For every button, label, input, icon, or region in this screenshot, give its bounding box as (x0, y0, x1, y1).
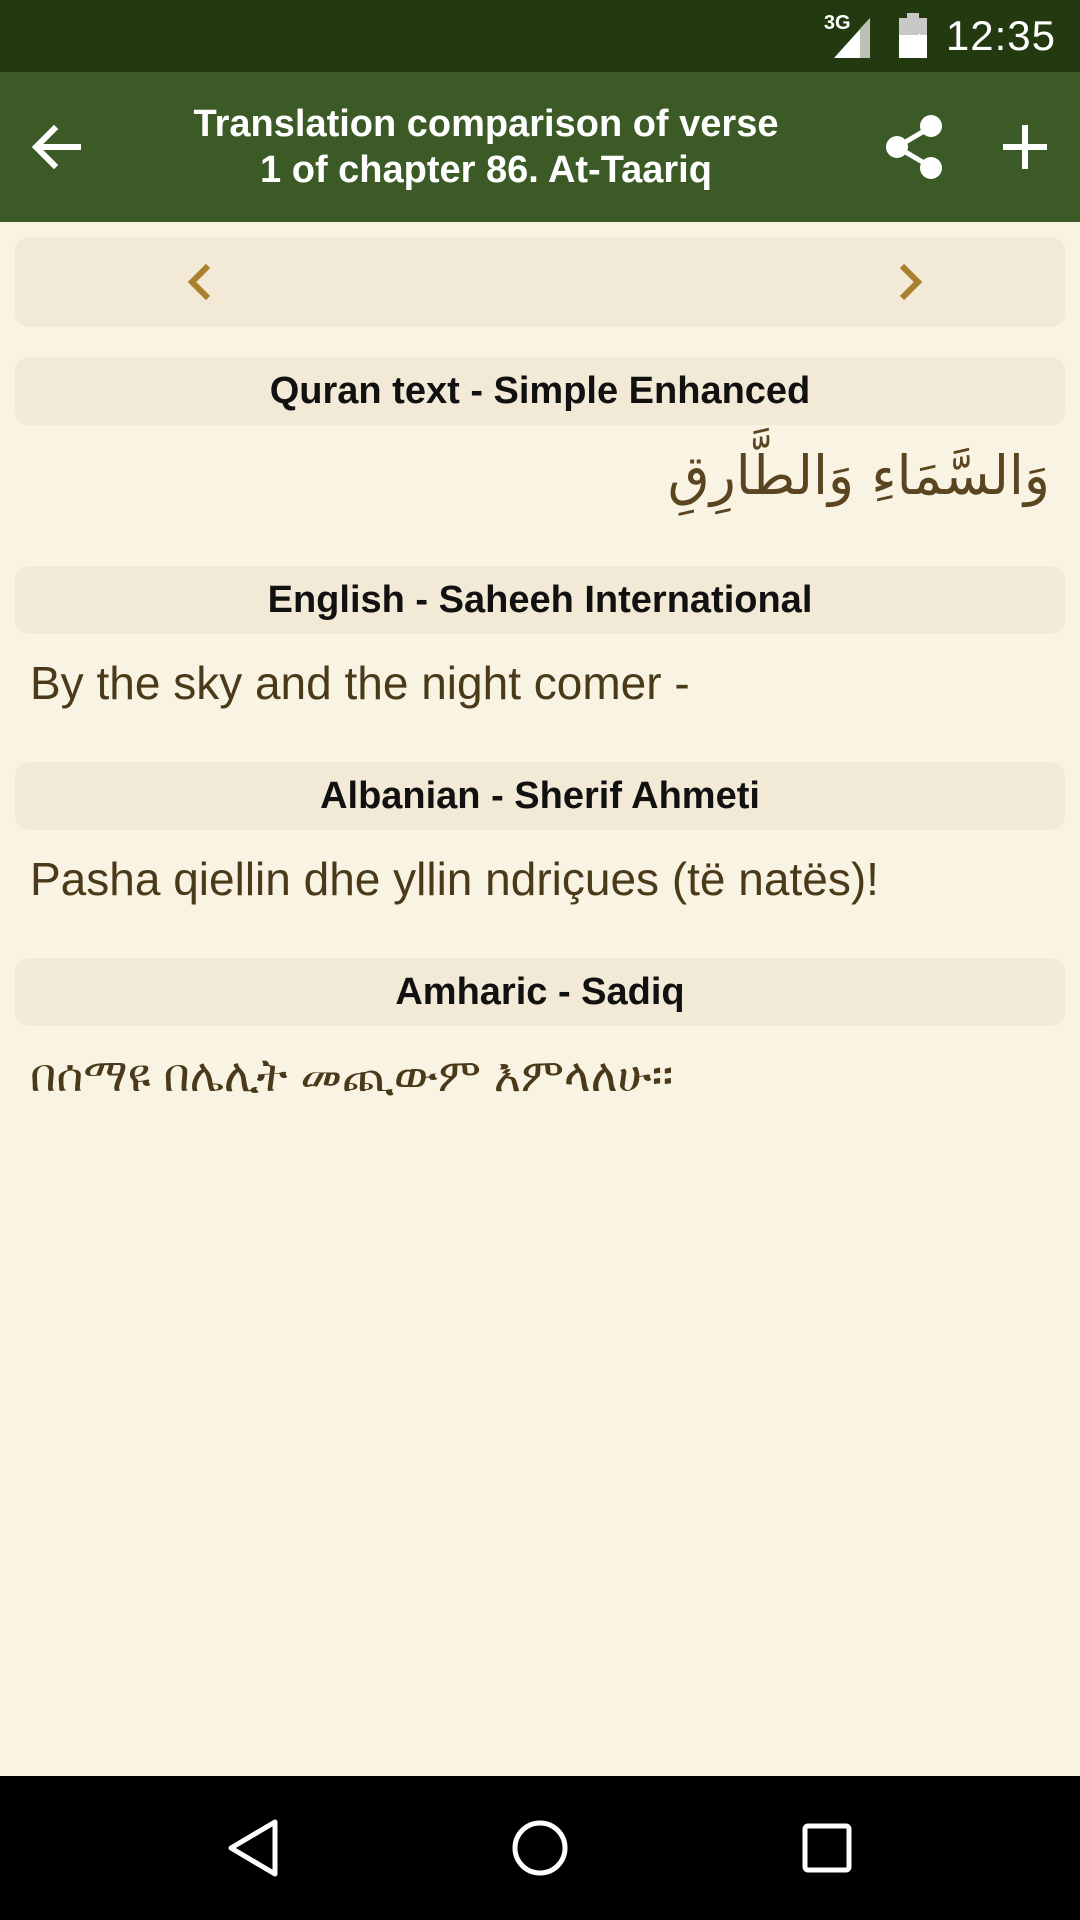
next-verse-button[interactable] (865, 237, 955, 327)
verse-text-albanian: Pasha qiellin dhe yllin ndriçues (të nat… (30, 853, 879, 905)
circle-home-icon (512, 1820, 568, 1876)
status-bar: 3G 12:35 (0, 0, 1080, 72)
arrow-left-icon (31, 124, 81, 170)
status-time: 12:35 (945, 12, 1056, 59)
page-title: Translation comparison of verse 1 of cha… (112, 101, 860, 193)
verse-text-english: By the sky and the night comer - (30, 657, 690, 709)
chevron-right-icon (899, 263, 923, 301)
system-recents-button[interactable] (767, 1788, 887, 1908)
section-header-english: English - Saheeh International (15, 566, 1065, 634)
verse-text-arabic: وَالسَّمَاءِ وَالطَّارِقِ (667, 444, 1050, 507)
add-button[interactable] (970, 72, 1080, 222)
section-header-quran: Quran text - Simple Enhanced (15, 357, 1065, 425)
section-header-albanian: Albanian - Sherif Ahmeti (15, 762, 1065, 830)
previous-verse-button[interactable] (155, 237, 245, 327)
system-navigation-bar (0, 1776, 1080, 1920)
share-button[interactable] (860, 72, 970, 222)
chevron-left-icon (187, 263, 211, 301)
verse-navigation-bar (15, 237, 1065, 327)
plus-icon (1003, 125, 1047, 169)
network-type-label: 3G (823, 12, 851, 34)
verse-text-amharic: በሰማዩ በሌሊት መጪውም እምላለሁ፡፡ (30, 1049, 674, 1101)
share-icon (886, 115, 942, 179)
system-home-button[interactable] (480, 1788, 600, 1908)
cellular-signal-icon: 3G (823, 12, 880, 58)
triangle-back-icon (228, 1819, 278, 1877)
title-line-2: 1 of chapter 86. At-Taariq (260, 149, 712, 191)
battery-icon (898, 13, 928, 59)
square-recents-icon (802, 1823, 852, 1873)
section-header-amharic: Amharic - Sadiq (15, 958, 1065, 1026)
back-button[interactable] (0, 72, 112, 222)
title-line-1: Translation comparison of verse (193, 103, 779, 145)
system-back-button[interactable] (193, 1788, 313, 1908)
app-bar: Translation comparison of verse 1 of cha… (0, 72, 1080, 222)
